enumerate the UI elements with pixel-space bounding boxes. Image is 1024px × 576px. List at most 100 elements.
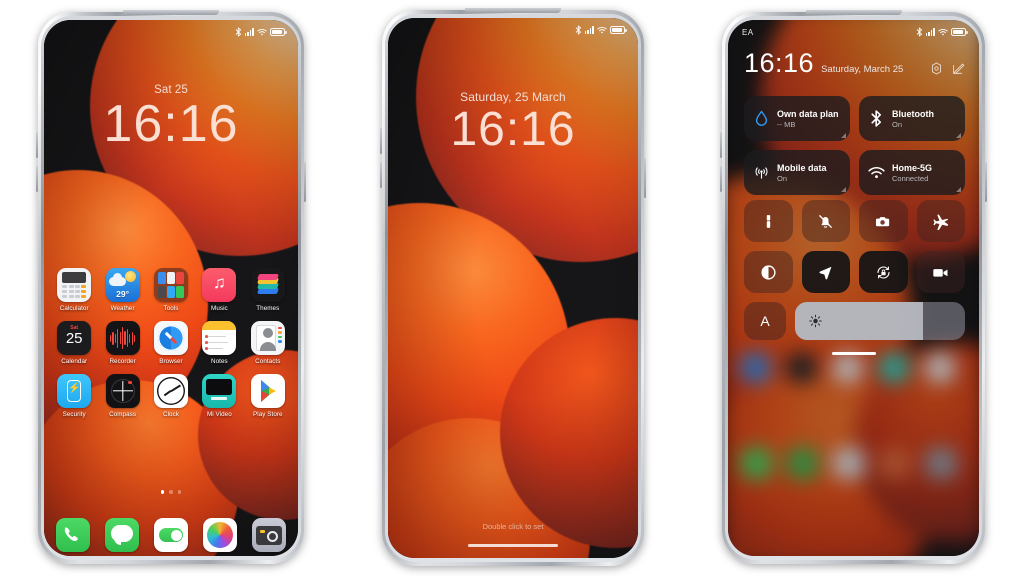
play-store-icon — [250, 374, 285, 408]
app-label: Clock — [162, 411, 179, 418]
app-label: Compass — [109, 411, 137, 418]
app-grid: Calculator 29° Weather Tools ♫ Music The… — [44, 268, 298, 418]
app-label: Security — [62, 411, 86, 418]
calculator-icon — [57, 268, 92, 302]
app-icon-themes[interactable]: Themes — [244, 268, 292, 312]
power-button[interactable] — [304, 162, 306, 202]
app-icon-calculator[interactable]: Calculator — [50, 268, 98, 312]
lock-clock-widget: Saturday, 25 March 16:16 — [388, 90, 638, 156]
app-icon-recorder[interactable]: Recorder — [98, 321, 146, 365]
screenshot-stage: Sat 25 16:16 Calculator 29° Weather Tool… — [0, 0, 1024, 576]
power-button[interactable] — [985, 162, 987, 202]
phone-home-screen: Sat 25 16:16 Calculator 29° Weather Tool… — [36, 10, 306, 564]
cc-close-handle[interactable] — [831, 352, 876, 355]
brightness-slider[interactable] — [795, 302, 965, 340]
cc-tile-mobile-data[interactable]: Mobile data On — [744, 150, 850, 195]
app-icon-contacts[interactable]: Contacts — [244, 321, 292, 365]
app-icon-tools-folder[interactable]: Tools — [147, 268, 195, 312]
signal-bars-icon — [584, 26, 594, 34]
contrast-icon — [761, 264, 776, 280]
weather-temperature: 29° — [116, 289, 130, 299]
app-icon-play-store[interactable]: Play Store — [244, 374, 292, 418]
bell-mute-icon — [819, 214, 833, 228]
phone-screen[interactable]: EA 16:16 Saturday, March 25 Own data pla… — [728, 20, 979, 556]
edit-icon[interactable] — [952, 62, 965, 75]
airplane-icon — [933, 213, 949, 230]
power-button[interactable] — [644, 158, 646, 198]
security-icon: ⚡ — [57, 374, 92, 408]
phone-screen[interactable]: Sat 25 16:16 Calculator 29° Weather Tool… — [44, 20, 298, 556]
settings-gear-icon[interactable] — [930, 62, 943, 75]
app-icon-music[interactable]: ♫ Music — [195, 268, 243, 312]
airplane-toggle[interactable] — [916, 200, 965, 242]
flashlight-toggle[interactable] — [744, 200, 793, 242]
volume-up-button[interactable] — [380, 128, 382, 154]
status-bar — [388, 18, 638, 42]
cc-tile-wifi[interactable]: Home-5G Connected — [859, 150, 965, 195]
silent-toggle[interactable] — [801, 200, 850, 242]
photos-icon[interactable] — [203, 518, 237, 552]
battery-icon — [610, 26, 627, 34]
app-label: Calendar — [61, 358, 88, 365]
page-indicator-dots[interactable] — [44, 490, 298, 494]
bluetooth-icon — [575, 25, 581, 35]
app-icon-calendar[interactable]: Sat 25 Calendar — [50, 321, 98, 365]
expand-corner-icon[interactable] — [841, 187, 846, 192]
phone-screen[interactable]: Saturday, 25 March 16:16 Double click to… — [388, 18, 638, 558]
app-icon-mi-video[interactable]: Mi Video — [195, 374, 243, 418]
app-icon-weather[interactable]: 29° Weather — [98, 268, 146, 312]
messages-icon[interactable] — [105, 518, 139, 552]
dark-mode-toggle[interactable] — [744, 251, 793, 293]
auto-brightness-button[interactable]: A — [744, 302, 786, 340]
contacts-icon — [250, 321, 285, 355]
themes-icon — [250, 268, 285, 302]
cc-tile-data-plan[interactable]: Own data plan -- MB — [744, 96, 850, 141]
camera-icon[interactable] — [252, 518, 286, 552]
expand-corner-icon[interactable] — [956, 187, 961, 192]
lock-date-label: Saturday, 25 March — [460, 90, 566, 104]
volume-down-button[interactable] — [380, 162, 382, 188]
expand-corner-icon[interactable] — [841, 133, 846, 138]
location-arrow-icon — [819, 266, 832, 279]
cc-tile-bluetooth[interactable]: Bluetooth On — [859, 96, 965, 141]
brightness-sun-icon — [809, 314, 822, 328]
location-toggle[interactable] — [801, 251, 850, 293]
cc-header-actions — [930, 62, 965, 77]
status-bar-icons — [575, 25, 627, 35]
battery-icon — [270, 28, 287, 36]
phone-lock-screen: Saturday, 25 March 16:16 Double click to… — [380, 8, 646, 566]
home-indicator-bar[interactable] — [468, 544, 558, 547]
camera-toggle[interactable] — [859, 200, 908, 242]
rotation-lock-toggle[interactable] — [859, 251, 908, 293]
settings-icon[interactable] — [154, 518, 188, 552]
screen-record-toggle[interactable] — [916, 251, 965, 293]
app-icon-clock[interactable]: Clock — [147, 374, 195, 418]
phone-icon[interactable] — [56, 518, 90, 552]
clock-icon — [153, 374, 188, 408]
volume-down-button[interactable] — [36, 166, 38, 192]
app-label: Contacts — [255, 358, 281, 365]
status-bar — [44, 20, 298, 44]
volume-up-button[interactable] — [36, 132, 38, 158]
volume-down-button[interactable] — [720, 166, 722, 192]
app-icon-browser[interactable]: Browser — [147, 321, 195, 365]
camera-icon — [875, 216, 889, 226]
control-center-header: 16:16 Saturday, March 25 — [744, 50, 965, 77]
app-icon-compass[interactable]: Compass — [98, 374, 146, 418]
bluetooth-icon — [868, 110, 885, 127]
app-label: Recorder — [109, 358, 136, 365]
volume-up-button[interactable] — [720, 132, 722, 158]
cc-tile-title: Bluetooth — [892, 108, 934, 119]
app-icon-security[interactable]: ⚡ Security — [50, 374, 98, 418]
app-label: Mi Video — [206, 411, 232, 418]
notes-icon — [202, 321, 237, 355]
cc-tile-title: Own data plan — [777, 108, 839, 119]
wifi-icon — [868, 164, 885, 181]
cc-tile-subtitle: On — [892, 119, 903, 129]
app-icon-notes[interactable]: Notes — [195, 321, 243, 365]
cell-signal-icon — [753, 164, 770, 181]
app-label: Music — [211, 305, 228, 312]
expand-corner-icon[interactable] — [956, 133, 961, 138]
app-label: Tools — [163, 305, 179, 312]
app-label: Weather — [110, 305, 135, 312]
